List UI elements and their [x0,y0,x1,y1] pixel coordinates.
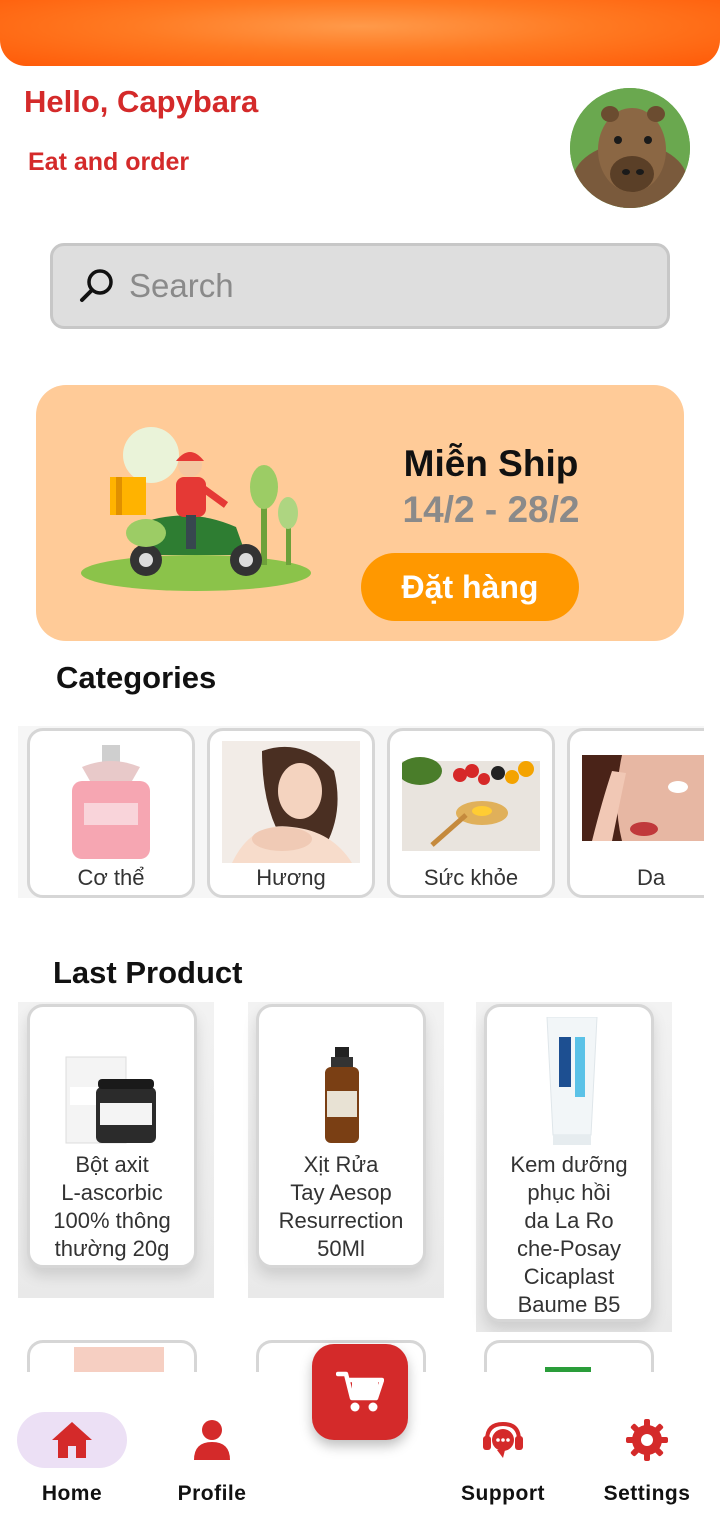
promo-title: Miễn Ship [403,443,579,484]
woman-skincare-image [222,741,360,863]
top-app-bar [0,0,720,66]
product-card-partial[interactable] [27,1340,197,1376]
settings-icon [626,1419,668,1461]
healthy-food-image [402,741,540,863]
product-name: Kem dưỡng phục hồi da La Ro che-Posay Ci… [510,1152,628,1317]
product-card-partial[interactable] [484,1340,654,1376]
nav-label: Settings [603,1482,691,1505]
search-icon [80,269,113,302]
profile-icon [194,1420,230,1460]
search-bar[interactable] [50,243,670,329]
last-product-list[interactable]: Bột axit L-ascorbic 100% thông thường 20… [18,1002,704,1332]
nav-profile[interactable]: Profile [157,1412,267,1512]
promo-banner[interactable]: Miễn Ship 14/2 - 28/2 Đặt hàng [36,385,684,641]
aesop-spray-image [325,1047,359,1143]
capybara-avatar-image [570,88,690,208]
categories-list[interactable]: Cơ thể Hương Sức khỏe Da [18,726,704,898]
nav-label: Support [461,1482,545,1505]
home-icon [52,1422,92,1458]
category-card-body[interactable]: Cơ thể [27,728,195,898]
category-label: Cơ thể [77,865,145,890]
product-name: Xịt Rửa Tay Aesop Resurrection 50Ml [278,1152,404,1261]
greeting-subtitle: Eat and order [28,148,190,176]
ordinary-powder-image [65,1056,156,1144]
category-label: Sức khỏe [423,865,519,890]
promo-dates: 14/2 - 28/2 [402,489,580,530]
product-card[interactable]: Kem dưỡng phục hồi da La Ro che-Posay Ci… [484,1004,654,1322]
greeting-title: Hello, Capybara [24,84,259,119]
avatar[interactable] [570,88,690,208]
delivery-scooter-illustration [81,427,311,591]
cicaplast-tube-image [546,1017,598,1145]
order-now-button[interactable]: Đặt hàng [361,553,579,621]
support-icon [483,1421,523,1458]
product-name: Bột axit L-ascorbic 100% thông thường 20… [53,1152,171,1261]
category-card-health[interactable]: Sức khỏe [387,728,555,898]
last-product-title: Last Product [53,955,243,990]
category-card-scent[interactable]: Hương [207,728,375,898]
product-card[interactable]: Bột axit L-ascorbic 100% thông thường 20… [27,1004,197,1268]
nav-settings[interactable]: Settings [592,1412,702,1512]
categories-title: Categories [56,660,217,695]
cart-button[interactable] [312,1344,408,1440]
category-label: Hương [256,865,326,890]
nav-home[interactable]: Home [17,1412,127,1512]
face-care-image [582,741,704,863]
search-input[interactable] [129,267,629,305]
nav-label: Profile [177,1482,247,1505]
nav-support[interactable]: Support [448,1412,558,1512]
cart-icon [336,1371,384,1412]
nav-label: Home [41,1482,103,1505]
category-label: Da [636,865,666,890]
category-card-skin[interactable]: Da [567,728,704,898]
product-card[interactable]: Xịt Rửa Tay Aesop Resurrection 50Ml [256,1004,426,1268]
perfume-bottle-image [42,741,180,863]
